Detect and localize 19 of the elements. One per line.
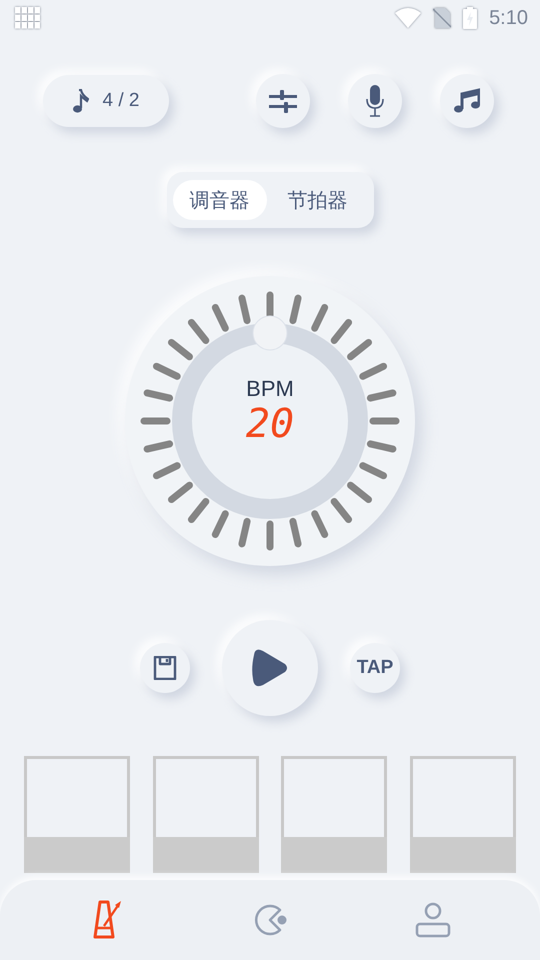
tempo-dial[interactable]: BPM 20 <box>125 276 415 566</box>
tap-button[interactable]: TAP <box>350 643 400 693</box>
eighth-note-icon <box>72 89 88 113</box>
wifi-icon <box>395 8 422 28</box>
time-signature-button[interactable]: 4 / 2 <box>43 75 169 127</box>
music-notes-icon <box>454 88 480 114</box>
mode-tab[interactable]: 调音器 <box>172 180 266 220</box>
battery-charging-icon <box>463 7 478 29</box>
no-sim-icon <box>433 8 452 28</box>
bpm-label: BPM <box>246 376 294 402</box>
microphone-icon <box>365 85 385 117</box>
metronome-icon <box>90 900 123 940</box>
mode-tab[interactable]: 节拍器 <box>270 180 364 220</box>
sliders-icon <box>269 87 297 115</box>
person-icon <box>415 902 452 938</box>
bpm-value: 20 <box>246 402 294 446</box>
play-icon <box>251 649 289 687</box>
app-grid-icon <box>15 7 41 29</box>
clock-time: 5:10 <box>489 6 528 30</box>
